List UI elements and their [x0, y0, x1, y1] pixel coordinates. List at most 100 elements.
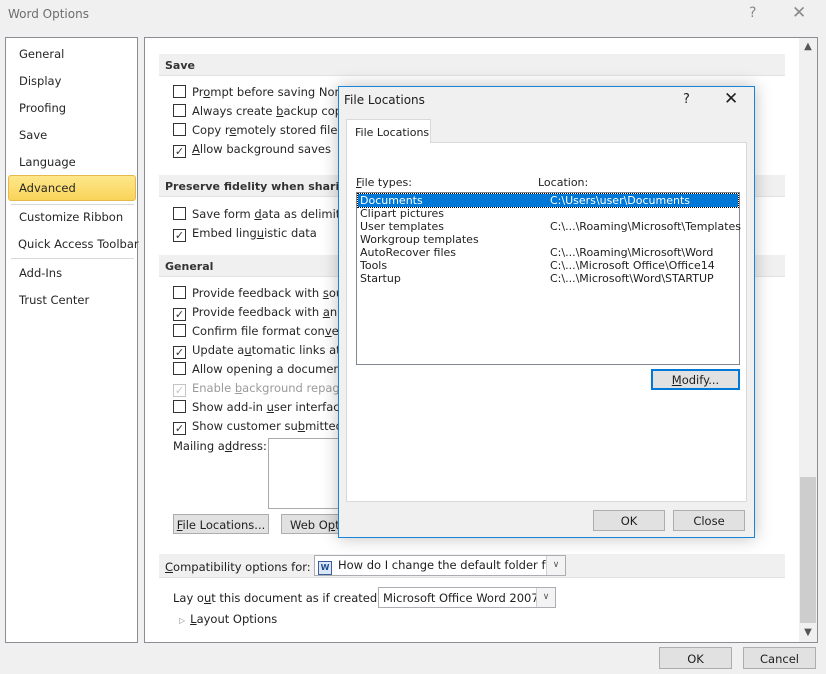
- mailing-address-input[interactable]: [268, 438, 348, 509]
- sidebar-divider: [11, 204, 134, 205]
- checkbox-unchecked[interactable]: [173, 362, 186, 375]
- option-label: Show add-in: [192, 400, 267, 414]
- sidebar-item-display[interactable]: Display: [19, 74, 61, 88]
- option-label: Enable: [192, 381, 235, 395]
- file-type: Documents: [360, 194, 423, 207]
- dialog-close-icon[interactable]: ✕: [724, 89, 738, 109]
- sidebar-item-customize-ribbon[interactable]: Customize Ribbon: [19, 210, 123, 224]
- list-item[interactable]: Documents C:\Users\user\Documents: [357, 193, 739, 208]
- checkbox-checked[interactable]: ✓: [173, 422, 186, 435]
- list-item[interactable]: Clipart pictures: [358, 207, 738, 220]
- file-type: Clipart pictures: [360, 207, 444, 220]
- sidebar: General Display Proofing Save Language A…: [5, 37, 139, 643]
- checkbox-unchecked[interactable]: [173, 400, 186, 413]
- option-checkbox[interactable]: Confirm file format conversio: [173, 324, 360, 340]
- compatibility-document-select[interactable]: W How do I change the default folder fo..…: [314, 555, 566, 576]
- option-label: Provide feedback with: [192, 305, 323, 319]
- option-label: u: [244, 343, 252, 357]
- option-label: A: [192, 142, 200, 156]
- vertical-scrollbar[interactable]: ▲ ▼: [799, 38, 817, 642]
- list-item[interactable]: Tools C:\...\Microsoft Office\Office14: [358, 259, 738, 272]
- checkbox-checked[interactable]: ✓: [173, 145, 186, 158]
- checkbox-unchecked[interactable]: [173, 207, 186, 220]
- file-types-list[interactable]: Documents C:\Users\user\Documents Clipart …: [356, 192, 741, 365]
- location-column-header: Location:: [538, 176, 589, 189]
- list-item[interactable]: Startup C:\...\Microsoft\Word\STARTUP: [358, 272, 738, 285]
- sidebar-item-proofing[interactable]: Proofing: [19, 101, 66, 115]
- file-location: C:\...\Microsoft\Word\STARTUP: [550, 272, 714, 285]
- option-checkbox[interactable]: ✓ Allow background saves: [173, 142, 331, 158]
- option-checkbox[interactable]: ✓ Embed linguistic data: [173, 226, 317, 242]
- sidebar-item-advanced[interactable]: Advanced: [8, 175, 136, 201]
- dialog-ok-button[interactable]: OK: [593, 510, 665, 531]
- option-checkbox[interactable]: Save form data as delimited t: [173, 207, 363, 223]
- checkbox-checked[interactable]: ✓: [173, 308, 186, 321]
- option-label: v: [324, 324, 332, 338]
- option-label: Embed ling: [192, 226, 257, 240]
- checkbox-unchecked[interactable]: [173, 324, 186, 337]
- option-checkbox[interactable]: Show add-in user interface e: [173, 400, 357, 416]
- option-label: Copy r: [192, 123, 230, 137]
- checkbox-unchecked[interactable]: [173, 104, 186, 117]
- file-locations-button[interactable]: File Locations...: [173, 514, 269, 534]
- file-type: User templates: [360, 220, 444, 233]
- section-header-save: Save: [159, 54, 785, 76]
- compatibility-bar: Compatibility options for: W How do I cha…: [159, 554, 785, 578]
- scroll-up-icon[interactable]: ▲: [799, 39, 817, 55]
- list-item[interactable]: AutoRecover files C:\...\Roaming\Microsof…: [358, 246, 738, 259]
- modify-button[interactable]: Modify...: [651, 369, 740, 390]
- ok-button[interactable]: OK: [659, 647, 732, 669]
- scroll-down-icon[interactable]: ▼: [799, 625, 817, 641]
- option-label: d: [254, 207, 262, 221]
- option-checkbox[interactable]: Copy remotely stored files or: [173, 123, 359, 139]
- expand-triangle-icon: ▷: [179, 616, 186, 625]
- compatibility-label: Compatibility options for:: [165, 560, 311, 574]
- option-checkbox[interactable]: ✓ Update automatic links at op: [173, 343, 359, 359]
- help-icon[interactable]: ?: [749, 5, 756, 21]
- sidebar-item-add-ins[interactable]: Add-Ins: [19, 266, 62, 280]
- option-label: llow background saves: [199, 142, 331, 156]
- dialog-close-button[interactable]: Close: [673, 510, 745, 531]
- close-icon[interactable]: ✕: [792, 3, 806, 23]
- list-item[interactable]: User templates C:\...\Roaming\Microsoft\T…: [358, 220, 741, 233]
- tab-file-locations[interactable]: File Locations: [346, 119, 431, 143]
- option-checkbox[interactable]: Prompt before saving Norma: [173, 85, 357, 101]
- checkbox-unchecked[interactable]: [173, 123, 186, 136]
- option-label: istic data: [264, 226, 317, 240]
- sidebar-item-general[interactable]: General: [19, 47, 64, 61]
- sidebar-item-trust-center[interactable]: Trust Center: [19, 293, 89, 307]
- option-checkbox[interactable]: ✓ Show customer submitted O: [173, 419, 356, 435]
- option-label: mpt before saving Norma: [210, 85, 358, 99]
- layout-as-label: Lay out this document as if created in:: [173, 591, 396, 605]
- chevron-down-icon[interactable]: ∨: [546, 556, 565, 575]
- checkbox-checked[interactable]: ✓: [173, 346, 186, 359]
- checkbox-unchecked[interactable]: [173, 286, 186, 299]
- sidebar-divider: [11, 258, 134, 259]
- checkbox-unchecked[interactable]: [173, 85, 186, 98]
- option-label: Allow opening a document i: [192, 362, 353, 376]
- scrollbar-thumb[interactable]: [800, 477, 816, 623]
- layout-options-expander[interactable]: ▷ Layout Options: [179, 612, 277, 626]
- layout-as-select[interactable]: Microsoft Office Word 2007 ∨: [378, 587, 556, 608]
- cancel-button[interactable]: Cancel: [743, 647, 816, 669]
- option-checkbox[interactable]: Always create backup copy: [173, 104, 349, 120]
- checkbox-checked[interactable]: ✓: [173, 229, 186, 242]
- checkbox-checked[interactable]: ✓: [173, 384, 186, 397]
- layout-as-value: Microsoft Office Word 2007: [383, 591, 539, 605]
- sidebar-item-save[interactable]: Save: [19, 128, 47, 142]
- dialog-help-icon[interactable]: ?: [683, 92, 690, 107]
- option-checkbox[interactable]: Provide feedback with sound: [173, 286, 358, 302]
- sidebar-item-language[interactable]: Language: [19, 155, 76, 169]
- sidebar-item-quick-access-toolbar[interactable]: Quick Access Toolbar: [18, 237, 139, 251]
- file-type: AutoRecover files: [360, 246, 457, 259]
- option-checkbox[interactable]: Allow opening a document i: [173, 362, 352, 378]
- dialog-title: File Locations: [344, 93, 425, 107]
- file-type: Workgroup templates: [360, 233, 479, 246]
- chevron-down-icon[interactable]: ∨: [536, 588, 555, 607]
- option-label: a: [322, 305, 330, 319]
- option-label: Save form: [192, 207, 255, 221]
- option-checkbox[interactable]: ✓Provide feedback with anima: [173, 305, 359, 321]
- list-item[interactable]: Workgroup templates: [358, 233, 738, 246]
- option-label: Always create: [192, 104, 277, 118]
- option-checkbox[interactable]: ✓ Enable background repagina: [173, 381, 357, 397]
